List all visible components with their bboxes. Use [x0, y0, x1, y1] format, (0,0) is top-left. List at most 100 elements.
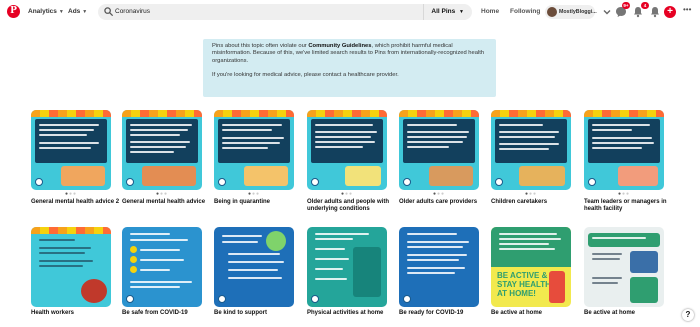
- text-line: [407, 131, 469, 133]
- text-line: [315, 131, 377, 133]
- text-line: [499, 238, 561, 240]
- text-line: [407, 233, 457, 235]
- pinterest-logo-icon[interactable]: P: [7, 5, 20, 18]
- pin-image[interactable]: [399, 227, 479, 307]
- text-line: [39, 134, 87, 136]
- illustration: [429, 166, 473, 186]
- create-plus-icon[interactable]: +: [664, 6, 676, 18]
- text-line: [130, 146, 186, 148]
- pin-image[interactable]: [122, 227, 202, 307]
- text-line: [592, 137, 652, 139]
- pin-title[interactable]: Health workers: [31, 310, 123, 317]
- pin-title[interactable]: Be safe from COVID-19: [122, 310, 214, 317]
- text-line: [39, 252, 85, 254]
- pin-title[interactable]: Being in quarantine: [214, 199, 306, 206]
- pin-title[interactable]: Children caretakers: [491, 199, 583, 206]
- profile-button[interactable]: MostlyBloggi...: [545, 5, 597, 19]
- decorative-stripe: [584, 110, 664, 117]
- nav-analytics[interactable]: Analytics ▼: [28, 8, 64, 15]
- pin-image[interactable]: [491, 110, 571, 190]
- pin-image[interactable]: [214, 227, 294, 307]
- following-link[interactable]: Following: [510, 8, 540, 15]
- pin-title[interactable]: Older adults care providers: [399, 199, 491, 206]
- text-line: [39, 129, 94, 131]
- who-logo-icon: [126, 178, 134, 186]
- text-line: [407, 241, 469, 243]
- text-line: [407, 254, 467, 256]
- pin-title[interactable]: Older adults and people with underlying …: [307, 199, 399, 213]
- illustration: [588, 233, 660, 247]
- text-line: [39, 124, 99, 126]
- nav-analytics-label: Analytics: [28, 8, 57, 15]
- chevron-down-icon[interactable]: [600, 5, 614, 19]
- text-line: [130, 239, 188, 241]
- who-logo-icon: [403, 295, 411, 303]
- pin-title[interactable]: General mental health advice: [122, 199, 214, 206]
- text-line: [130, 129, 188, 131]
- text-line: [499, 243, 549, 245]
- text-line: [222, 124, 282, 126]
- pin-image[interactable]: [122, 110, 202, 190]
- pin-image[interactable]: [307, 227, 387, 307]
- text-line: [315, 268, 343, 270]
- more-options-icon[interactable]: •••: [683, 5, 691, 14]
- pin-image[interactable]: [584, 227, 664, 307]
- pin-title[interactable]: Team leaders or managers in health facil…: [584, 199, 676, 213]
- pin-image[interactable]: [399, 110, 479, 190]
- illustration: [81, 279, 107, 303]
- text-line: [499, 131, 559, 133]
- illustration: [142, 166, 196, 186]
- text-line: [222, 235, 262, 237]
- decorative-stripe: [31, 110, 111, 117]
- who-logo-icon: [35, 178, 43, 186]
- bell-icon[interactable]: [648, 5, 662, 19]
- chevron-down-icon: ▼: [82, 9, 88, 15]
- illustration: [618, 166, 658, 186]
- illustration: [353, 247, 381, 297]
- text-line: [130, 281, 192, 283]
- text-line: [407, 259, 459, 261]
- who-logo-icon: [311, 295, 319, 303]
- text-line: [39, 247, 91, 249]
- text-line: [592, 258, 620, 260]
- pin-image[interactable]: [307, 110, 387, 190]
- pin-image[interactable]: BE ACTIVE & STAY HEALTHY AT HOME!: [491, 227, 571, 307]
- text-line: [499, 143, 559, 145]
- text-line: [315, 146, 363, 148]
- messages-badge: 9+: [622, 2, 630, 9]
- home-link[interactable]: Home: [481, 8, 499, 15]
- text-line: [140, 259, 184, 261]
- help-button[interactable]: ?: [682, 309, 694, 321]
- text-line: [592, 124, 650, 126]
- illustration: [549, 271, 565, 303]
- text-line: [592, 237, 646, 239]
- text-line: [222, 147, 268, 149]
- text-line: [228, 277, 282, 279]
- pin-image[interactable]: [31, 227, 111, 307]
- nav-ads[interactable]: Ads ▼: [68, 8, 87, 15]
- carousel-dots: ●●●: [432, 191, 446, 197]
- text-line: [592, 282, 618, 284]
- pin-title[interactable]: Be active at home: [491, 310, 583, 317]
- text-line: [592, 147, 642, 149]
- text-line: [39, 260, 93, 262]
- pin-title[interactable]: Be ready for COVID-19: [399, 310, 491, 317]
- text-line: [499, 233, 557, 235]
- text-line: [130, 134, 180, 136]
- search-bar[interactable]: Coronavirus All Pins ▼: [98, 4, 472, 20]
- text-line: [592, 142, 654, 144]
- text-line: [315, 136, 371, 138]
- pin-image[interactable]: [584, 110, 664, 190]
- pin-image[interactable]: [31, 110, 111, 190]
- pin-title[interactable]: Be active at home: [584, 310, 676, 317]
- search-input[interactable]: Coronavirus: [115, 8, 150, 15]
- pin-title[interactable]: Be kind to support: [214, 310, 306, 317]
- pin-title[interactable]: Physical activities at home: [307, 310, 399, 317]
- community-guidelines-link[interactable]: Community Guidelines: [308, 43, 371, 49]
- pin-title[interactable]: General mental health advice 2: [31, 199, 123, 206]
- pin-image[interactable]: [214, 110, 294, 190]
- decorative-stripe: [214, 110, 294, 117]
- carousel-dots: ●●●: [524, 191, 538, 197]
- search-filter-dropdown[interactable]: All Pins ▼: [423, 4, 472, 20]
- carousel-dots: ●●●: [617, 191, 631, 197]
